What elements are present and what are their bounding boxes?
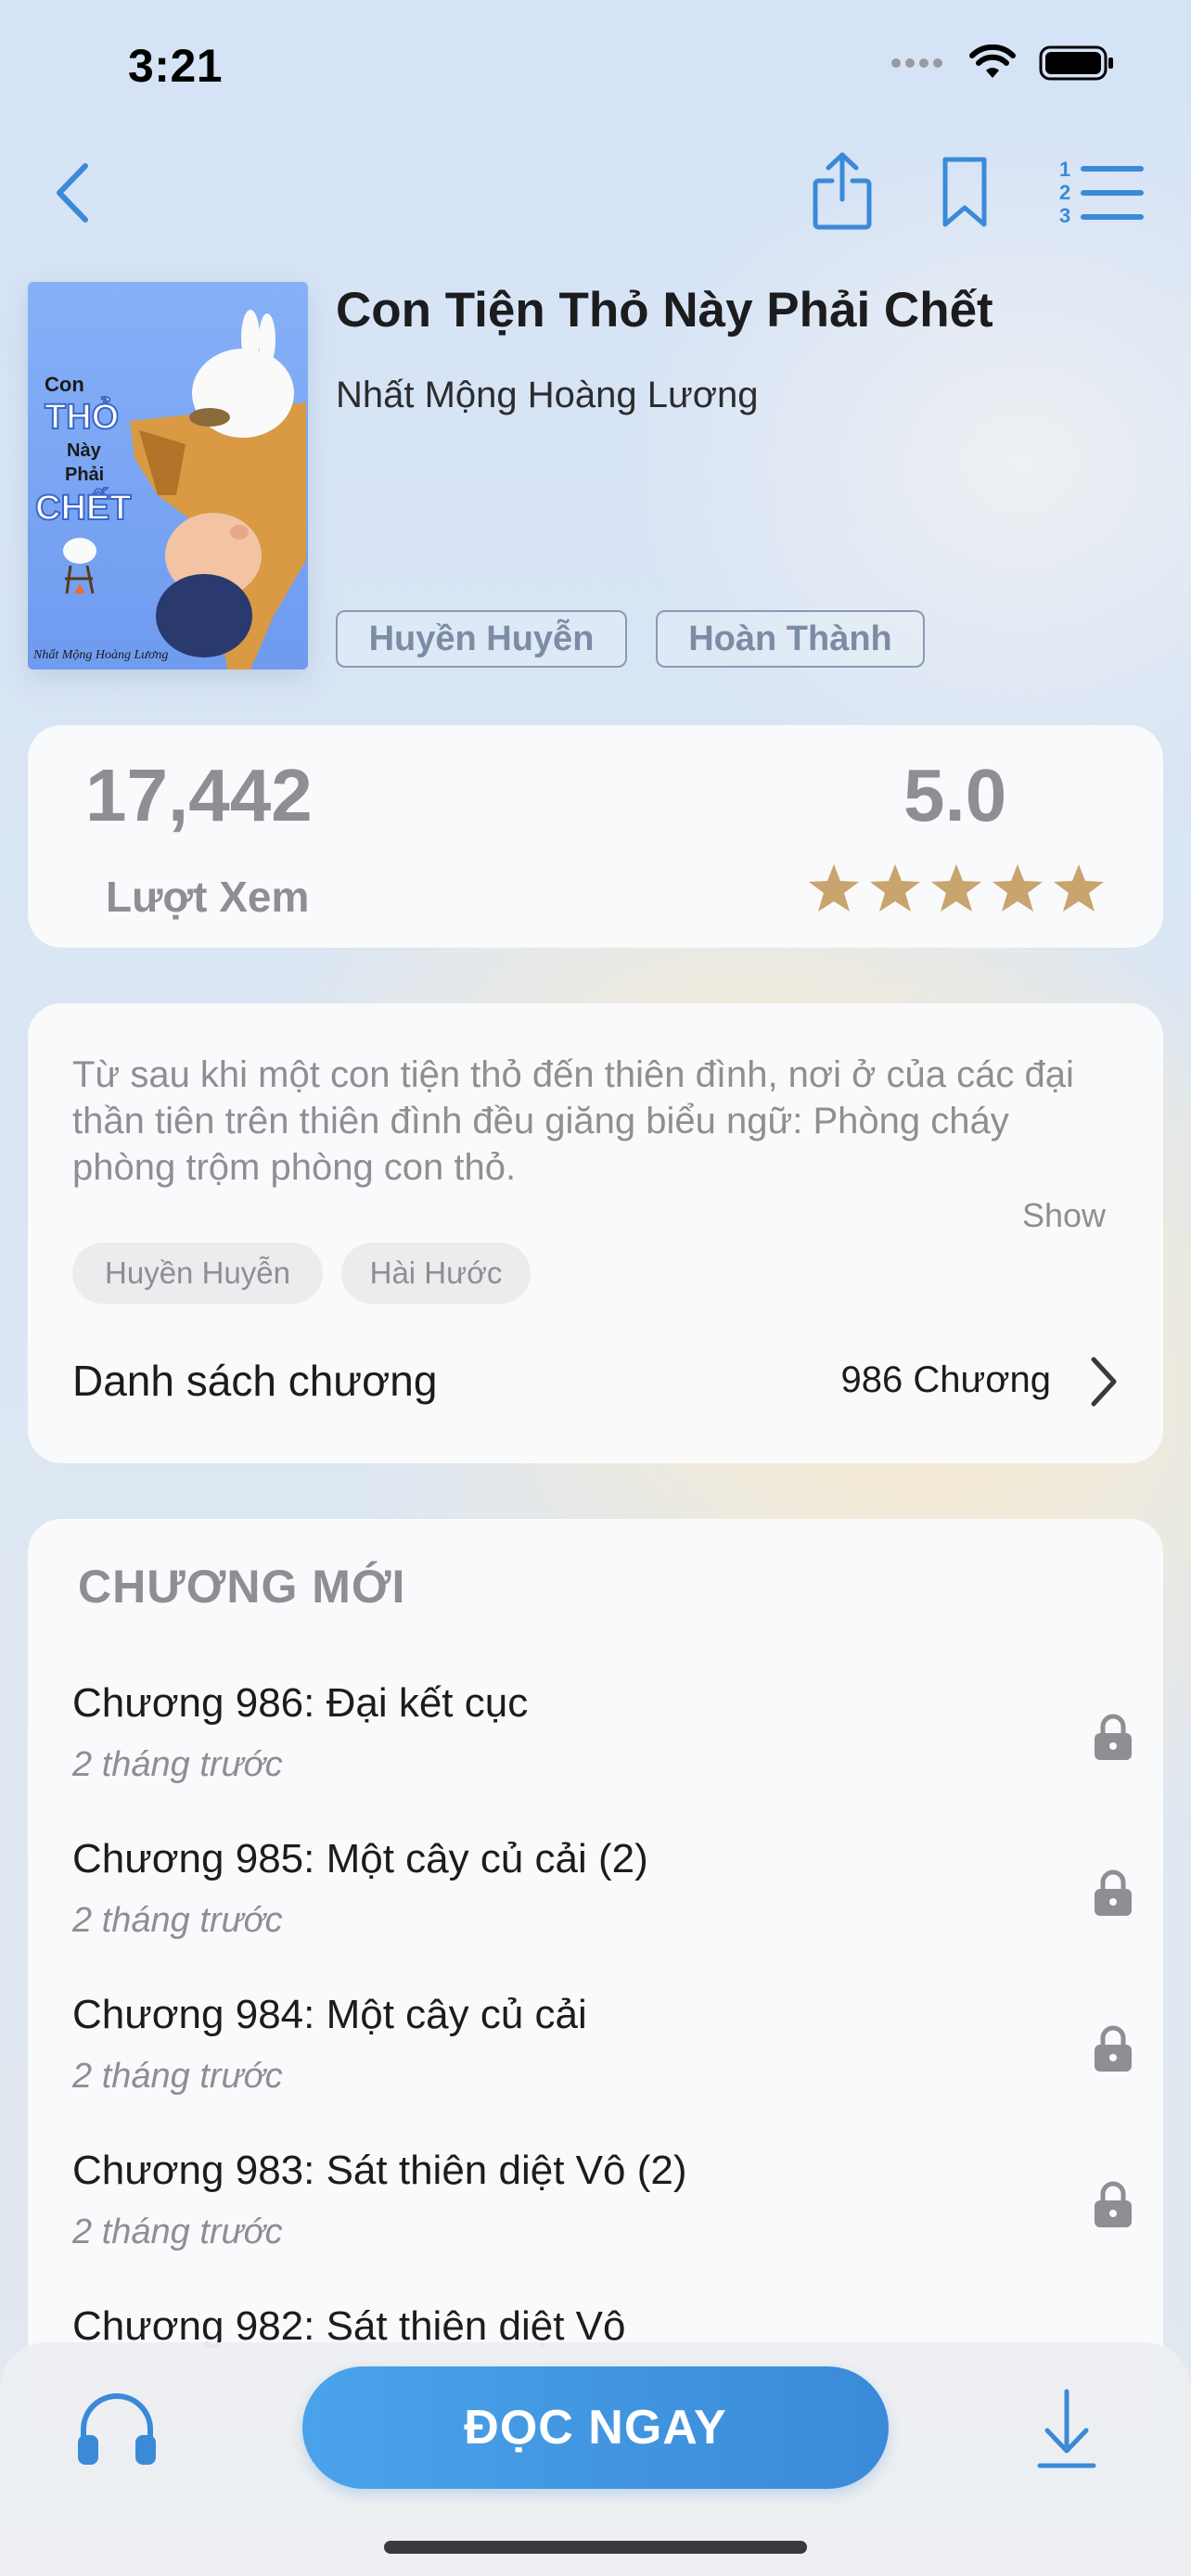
svg-text:3: 3 — [1059, 204, 1070, 226]
views-count: 17,442 — [85, 754, 313, 836]
tag-chip-hai-huoc[interactable]: Hài Hước — [341, 1243, 531, 1304]
star-icon — [992, 864, 1043, 912]
back-button[interactable] — [45, 156, 100, 230]
genre-tag[interactable]: Huyền Huyễn — [336, 610, 627, 668]
chapter-list-button[interactable]: 1 2 3 — [1056, 154, 1146, 228]
chapter-list-chevron[interactable] — [1085, 1352, 1122, 1411]
chevron-left-icon — [57, 163, 88, 223]
share-icon — [813, 152, 872, 230]
book-title: Con Tiện Thỏ Này Phải Chết — [336, 283, 993, 338]
svg-text:2: 2 — [1059, 181, 1070, 204]
cover-line2: THỎ — [45, 396, 119, 437]
lock-icon — [1095, 1869, 1132, 1916]
status-time: 3:21 — [128, 40, 224, 92]
headphones-icon — [78, 2393, 156, 2465]
chevron-right-icon — [1091, 1357, 1117, 1407]
download-button[interactable] — [1028, 2383, 1106, 2476]
share-button[interactable] — [809, 148, 876, 234]
chapter-title[interactable]: Chương 983: Sát thiên diệt Vô (2) — [72, 2148, 686, 2194]
cover-line5: CHẾT — [35, 487, 131, 528]
views-label: Lượt Xem — [106, 873, 310, 921]
bookmark-icon — [942, 157, 987, 227]
chapter-count[interactable]: 986 Chương — [841, 1359, 1051, 1401]
chapter-list-label[interactable]: Danh sách chương — [72, 1356, 437, 1406]
book-cover-image: Con THỎ Này Phải CHẾT Nhất Mộng Hoàng Lư… — [28, 282, 308, 670]
star-icon — [1054, 864, 1104, 912]
chapter-title[interactable]: Chương 986: Đại kết cục — [72, 1680, 528, 1727]
listen-button[interactable] — [70, 2389, 163, 2472]
chapter-time: 2 tháng trước — [72, 1901, 283, 1940]
chapter-time: 2 tháng trước — [72, 2213, 283, 2251]
book-cover[interactable]: Con THỎ Này Phải CHẾT Nhất Mộng Hoàng Lư… — [28, 282, 308, 670]
lock-icon — [1095, 1714, 1132, 1760]
star-icon — [931, 864, 981, 912]
chapter-title[interactable]: Chương 984: Một cây củ cải — [72, 1992, 587, 2038]
svg-text:1: 1 — [1059, 158, 1070, 181]
new-chapters-title: CHƯƠNG MỚI — [78, 1561, 406, 1613]
cover-line1: Con — [45, 373, 84, 396]
star-icon — [809, 864, 859, 912]
cover-line4: Phải — [65, 465, 104, 485]
tag-chip-huyen-huyen[interactable]: Huyền Huyễn — [72, 1243, 323, 1304]
status-icons — [890, 45, 1115, 82]
lock-icon — [1095, 2025, 1132, 2072]
book-author[interactable]: Nhất Mộng Hoàng Lương — [336, 375, 759, 416]
numbered-list-icon: 1 2 3 — [1059, 158, 1144, 226]
chapter-time: 2 tháng trước — [72, 2057, 283, 2096]
chapter-title[interactable]: Chương 985: Một cây củ cải (2) — [72, 1836, 648, 1882]
battery-icon — [1039, 45, 1113, 81]
read-now-button[interactable]: ĐỌC NGAY — [302, 2366, 889, 2489]
rating-stars — [807, 862, 1106, 914]
rating-value: 5.0 — [903, 754, 1007, 836]
show-more-link[interactable]: Show — [1022, 1196, 1106, 1235]
cover-footer: Nhất Mộng Hoàng Lương — [32, 648, 168, 662]
cover-line3: Này — [67, 440, 102, 461]
chapter-time: 2 tháng trước — [72, 1745, 283, 1784]
star-icon — [870, 864, 920, 912]
signal-icon — [891, 58, 942, 68]
lock-icon — [1095, 2181, 1132, 2227]
wifi-icon — [969, 45, 1016, 78]
bookmark-button[interactable] — [937, 152, 992, 234]
status-tag: Hoàn Thành — [656, 610, 925, 668]
download-icon — [1037, 2389, 1096, 2468]
book-description: Từ sau khi một con tiện thỏ đến thiên đì… — [72, 1054, 1074, 1188]
home-indicator — [384, 2541, 807, 2554]
